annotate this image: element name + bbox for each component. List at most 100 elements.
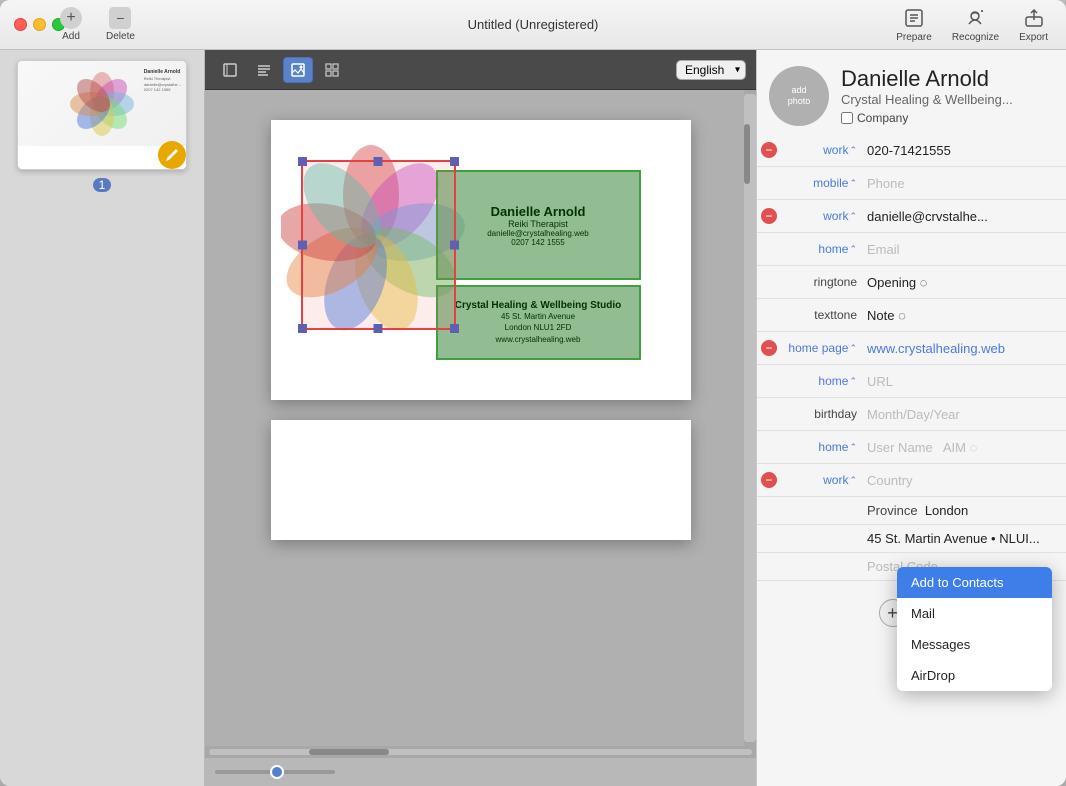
language-select[interactable]: English: [676, 60, 746, 80]
canvas-v-thumb[interactable]: [744, 124, 750, 184]
language-dropdown[interactable]: English: [676, 60, 746, 80]
handle-bm[interactable]: [374, 324, 383, 333]
company-checkbox[interactable]: [841, 112, 853, 124]
handle-tm[interactable]: [374, 157, 383, 166]
im-stepper[interactable]: ⌃: [849, 442, 857, 453]
delete-button[interactable]: − Delete: [96, 3, 145, 46]
mobile-stepper[interactable]: ⌃: [849, 178, 857, 189]
remove-mobile-placeholder: [757, 171, 781, 195]
address-label[interactable]: work: [823, 473, 848, 487]
canvas-scroll-area[interactable]: Danielle Arnold Reiki Therapist danielle…: [205, 90, 756, 746]
field-row-province: Province London: [757, 497, 1066, 525]
contact-name: Danielle Arnold: [841, 66, 1013, 92]
delete-icon: −: [109, 7, 131, 29]
company-card: Crystal Healing & Wellbeing Studio 45 St…: [436, 285, 641, 360]
language-selector-wrapper: English: [676, 60, 746, 80]
work-email-value[interactable]: danielle@crvstalhe...: [861, 209, 1066, 224]
minimize-button[interactable]: [33, 18, 46, 31]
home-url-stepper[interactable]: ⌃: [849, 376, 857, 387]
address-stepper[interactable]: ⌃: [849, 475, 857, 486]
share-mail[interactable]: Mail: [897, 598, 1052, 629]
im-label[interactable]: home: [818, 440, 848, 454]
work-phone-value[interactable]: 020-71421555: [861, 143, 1066, 158]
field-row-street: 45 St. Martin Avenue • NLUI...: [757, 525, 1066, 553]
zoom-slider[interactable]: [215, 770, 335, 774]
main-window: + Add − Delete Untitled (Unregistered): [0, 0, 1066, 786]
home-url-value[interactable]: URL: [861, 374, 1066, 389]
toolbar-actions: Prepare Recognize: [888, 2, 1056, 47]
home-email-label[interactable]: home: [818, 242, 848, 256]
remove-home-email-placeholder: [757, 237, 781, 261]
text-tool-button[interactable]: [249, 57, 279, 83]
edit-badge[interactable]: [158, 141, 186, 169]
share-add-contacts[interactable]: Add to Contacts: [897, 567, 1052, 598]
remove-work-phone-button[interactable]: −: [757, 138, 781, 162]
field-row-im: home ⌃ User Name AIM ◌: [757, 431, 1066, 464]
handle-br[interactable]: [450, 324, 459, 333]
mobile-label-area: mobile ⌃: [781, 176, 861, 190]
handle-tr[interactable]: [450, 157, 459, 166]
ringtone-value[interactable]: Opening ◌: [861, 275, 1066, 290]
home-url-label[interactable]: home: [818, 374, 848, 388]
remove-home-url-placeholder: [757, 369, 781, 393]
mobile-label[interactable]: mobile: [813, 176, 848, 190]
street-value[interactable]: 45 St. Martin Avenue • NLUI...: [861, 531, 1066, 546]
handle-ml[interactable]: [298, 241, 307, 250]
field-row-work-email: − work ⌃ danielle@crvstalhe...: [757, 200, 1066, 233]
homepage-value[interactable]: www.crystalhealing.web: [861, 341, 1066, 356]
handle-mr[interactable]: [450, 241, 459, 250]
h-scrollbar-thumb[interactable]: [309, 749, 389, 755]
work-email-stepper[interactable]: ⌃: [849, 211, 857, 222]
recognize-button[interactable]: Recognize: [944, 2, 1007, 47]
work-phone-stepper[interactable]: ⌃: [849, 145, 857, 156]
handle-tl[interactable]: [298, 157, 307, 166]
add-photo-button[interactable]: addphoto: [769, 66, 829, 126]
remove-address-button[interactable]: −: [757, 468, 781, 492]
selection-box: [301, 160, 456, 330]
h-scrollbar[interactable]: [205, 746, 756, 758]
field-row-work-phone: − work ⌃ 020-71421555: [757, 134, 1066, 167]
contact-header: addphoto Danielle Arnold Crystal Healing…: [757, 50, 1066, 134]
image-tool-button[interactable]: [283, 57, 313, 83]
texttone-value[interactable]: Note ◌: [861, 308, 1066, 323]
address-country[interactable]: Country: [861, 473, 1066, 488]
add-photo-text: addphoto: [788, 85, 811, 107]
handle-bl[interactable]: [298, 324, 307, 333]
remove-address-icon: −: [761, 472, 777, 488]
home-email-stepper[interactable]: ⌃: [849, 244, 857, 255]
zoom-thumb[interactable]: [270, 765, 284, 779]
canvas-page: Danielle Arnold Reiki Therapist danielle…: [271, 120, 691, 400]
im-value[interactable]: User Name AIM ◌: [861, 440, 1066, 455]
work-email-label[interactable]: work: [823, 209, 848, 223]
province-value[interactable]: Province London: [861, 503, 1066, 518]
text-card-name: Danielle Arnold: [491, 204, 586, 219]
select-tool-button[interactable]: [215, 57, 245, 83]
homepage-label-area: home page ⌃: [781, 341, 861, 355]
export-label: Export: [1019, 32, 1048, 43]
birthday-value[interactable]: Month/Day/Year: [861, 407, 1066, 422]
field-row-address: − work ⌃ Country: [757, 464, 1066, 497]
home-email-value[interactable]: Email: [861, 242, 1066, 257]
prepare-button[interactable]: Prepare: [888, 2, 940, 47]
homepage-stepper[interactable]: ⌃: [849, 343, 857, 354]
birthday-label: birthday: [814, 407, 857, 421]
homepage-label[interactable]: home page: [788, 341, 848, 355]
card-thumbnail[interactable]: Danielle Arnold Reiki Therapist danielle…: [17, 60, 187, 170]
canvas-v-scrollbar[interactable]: [744, 90, 756, 746]
share-airdrop[interactable]: AirDrop: [897, 660, 1052, 691]
export-button[interactable]: Export: [1011, 2, 1056, 47]
ringtone-label: ringtone: [814, 275, 857, 289]
field-row-birthday: birthday Month/Day/Year: [757, 398, 1066, 431]
work-phone-label[interactable]: work: [823, 143, 848, 157]
add-delete-area: + Add − Delete: [50, 3, 145, 46]
remove-homepage-button[interactable]: −: [757, 336, 781, 360]
address-label-area: work ⌃: [781, 473, 861, 487]
close-button[interactable]: [14, 18, 27, 31]
remove-birthday-placeholder: [757, 402, 781, 426]
add-button[interactable]: + Add: [50, 3, 92, 46]
mobile-value[interactable]: Phone: [861, 176, 1066, 191]
share-messages[interactable]: Messages: [897, 629, 1052, 660]
grid-tool-button[interactable]: [317, 57, 347, 83]
remove-work-email-button[interactable]: −: [757, 204, 781, 228]
birthday-label-area: birthday: [781, 407, 861, 421]
